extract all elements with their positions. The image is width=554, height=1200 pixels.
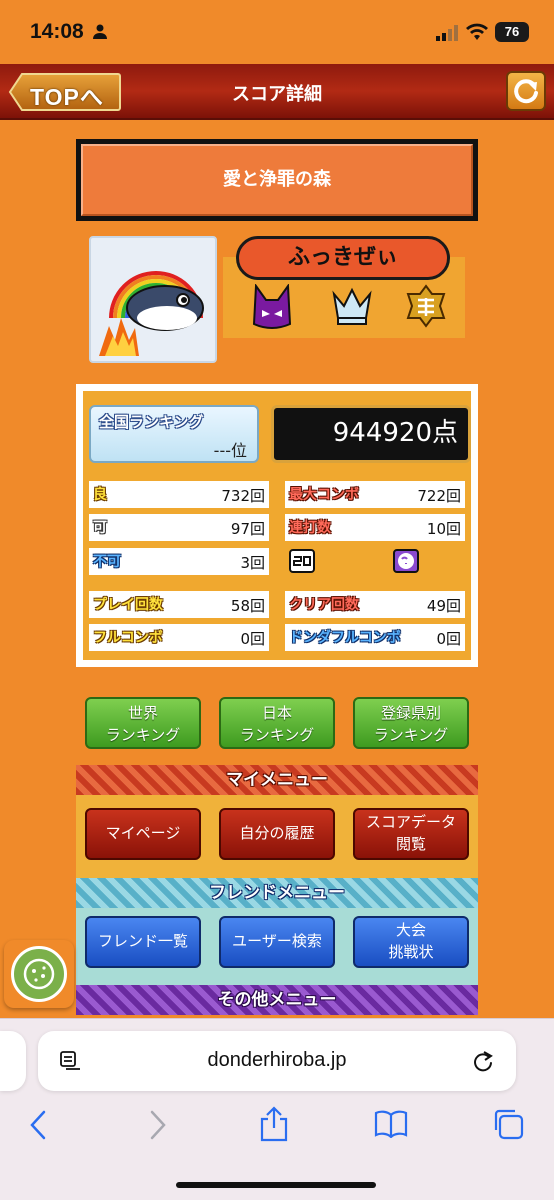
person-icon [93,24,107,39]
stat-renda: 連打数 10回 [285,514,465,541]
previous-tab-edge[interactable] [0,1031,26,1091]
tournament-challenge-button[interactable]: 大会 挑戦状 [353,916,469,968]
devil-mask-icon [252,284,292,329]
stat-ka: 可 97回 [89,514,269,541]
prefecture-ranking-button[interactable]: 登録県別 ランキング [353,697,469,749]
stat-clear-count-value: 49回 [426,597,461,615]
stat-play-count-label: プレイ回数 [93,597,163,613]
stat-ka-value: 97回 [230,520,265,538]
stat-clear-count: クリア回数 49回 [285,591,465,618]
wifi-icon [466,23,488,40]
user-search-button[interactable]: ユーザー検索 [219,916,335,968]
player-name: ふっきぜぃ [236,236,450,280]
stat-fuka-label: 不可 [93,554,121,570]
national-ranking-value: ---位 [213,441,247,460]
cookie-settings-button[interactable] [4,940,74,1008]
score-data-button[interactable]: スコアデータ 閲覧 [353,808,469,860]
stat-ka-label: 可 [93,520,107,536]
stat-max-combo-label: 最大コンボ [289,487,359,503]
mystery-mode-icon [393,549,419,573]
stat-fuka: 不可 3回 [89,548,269,575]
friend-list-button[interactable]: フレンド一覧 [85,916,201,968]
cookie-icon [11,946,67,1002]
bookmarks-icon[interactable] [374,1110,408,1138]
my-page-button[interactable]: マイページ [85,808,201,860]
refresh-button[interactable] [506,71,546,111]
japan-ranking-button[interactable]: 日本 ランキング [219,697,335,749]
stat-clear-count-label: クリア回数 [289,597,359,613]
national-ranking-box: 全国ランキング ---位 [89,405,259,463]
stat-ryo: 良 732回 [89,481,269,508]
tabs-icon[interactable] [492,1108,524,1140]
crown-icon [332,287,372,325]
app-header: TOPへ スコア詳細 [0,64,554,120]
page-title: スコア詳細 [232,84,322,105]
stat-ryo-value: 732回 [221,487,265,505]
my-menu-header: マイメニュー [76,765,478,795]
stat-donda-full-combo-value: 0回 [436,630,461,648]
url-text: donderhiroba.jp [207,1049,347,1071]
other-menu-header: その他メニュー [76,985,478,1015]
stat-ryo-label: 良 [93,487,107,503]
song-title-box: 愛と浄罪の森 [76,139,478,221]
player-avatar [89,236,217,363]
reload-icon[interactable] [472,1049,494,1073]
my-history-button[interactable]: 自分の履歴 [219,808,335,860]
world-ranking-button[interactable]: 世界 ランキング [85,697,201,749]
friend-menu-header: フレンドメニュー [76,878,478,908]
stat-full-combo-value: 0回 [240,630,265,648]
refresh-icon [514,79,538,104]
home-indicator [176,1182,376,1188]
status-bar: 14:08 76 [0,0,554,64]
national-ranking-label: 全国ランキング [99,413,204,431]
battery-indicator: 76 [495,22,529,42]
forward-icon[interactable] [148,1110,168,1140]
stat-full-combo-label: フルコンボ [93,630,163,646]
score-panel: 全国ランキング ---位 944920点 良 732回 最大コンボ 722回 可… [76,384,478,667]
stat-max-combo: 最大コンボ 722回 [285,481,465,508]
stat-fuka-value: 3回 [240,554,265,572]
share-icon[interactable] [259,1106,289,1142]
address-bar[interactable]: donderhiroba.jp [38,1031,516,1091]
miyabi-rank-icon [406,284,446,328]
stat-max-combo-value: 722回 [417,487,461,505]
stat-donda-full-combo-label: ドンダフルコンボ [289,630,401,646]
song-title: 愛と浄罪の森 [81,144,473,216]
back-icon[interactable] [28,1110,48,1140]
stat-play-count-value: 58回 [230,597,265,615]
stat-donda-full-combo: ドンダフルコンボ 0回 [285,624,465,651]
signal-icon [436,25,458,41]
status-time: 14:08 [30,20,84,43]
stat-play-count: プレイ回数 58回 [89,591,269,618]
stat-renda-value: 10回 [426,520,461,538]
stat-full-combo: フルコンボ 0回 [89,624,269,651]
score-value: 944920点 [271,405,471,463]
stat-renda-label: 連打数 [289,520,331,536]
mode-2p-icon [289,549,315,573]
